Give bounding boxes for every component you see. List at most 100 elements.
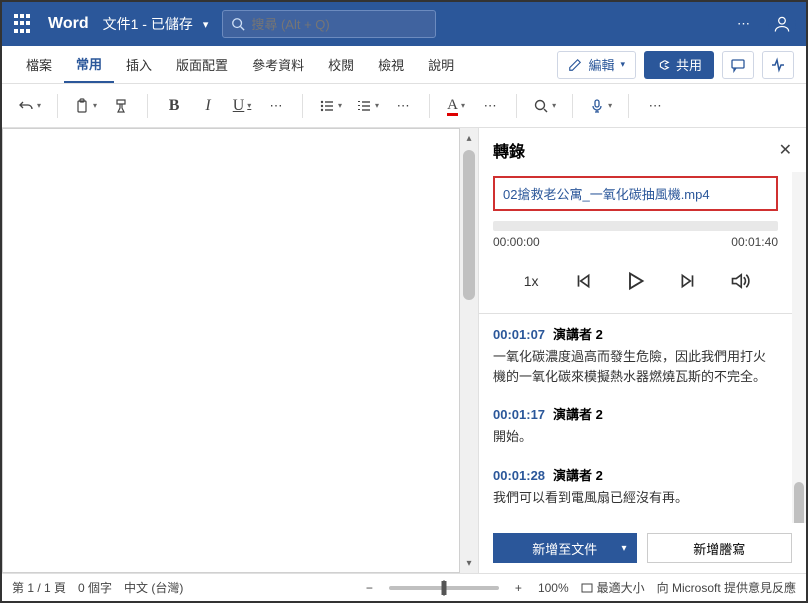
tab-review[interactable]: 校閱: [316, 46, 366, 83]
playback-speed-button[interactable]: 1x: [513, 265, 549, 297]
segment-text: 我們可以看到電風扇已經沒有再。: [493, 488, 778, 508]
share-button[interactable]: 共用: [644, 51, 714, 79]
zoom-slider-handle[interactable]: [441, 581, 446, 595]
tab-view[interactable]: 檢視: [366, 46, 416, 83]
share-label: 共用: [676, 55, 702, 74]
numbering-button[interactable]: ▾: [352, 92, 383, 120]
audio-progress-track[interactable]: [493, 221, 778, 231]
font-more-button[interactable]: ⋯: [262, 92, 290, 120]
search-icon: [231, 17, 245, 31]
add-to-document-button[interactable]: 新增至文件 ▾: [493, 533, 637, 563]
volume-button[interactable]: [722, 265, 758, 297]
share-icon: [656, 58, 670, 72]
segment-text: 開始。: [493, 427, 778, 447]
segment-time: 00:01:17: [493, 407, 545, 422]
dictate-button[interactable]: ▾: [585, 92, 616, 120]
tab-insert[interactable]: 插入: [114, 46, 164, 83]
format-painter-button[interactable]: [107, 92, 135, 120]
find-button[interactable]: ▾: [529, 92, 560, 120]
comments-button[interactable]: [722, 51, 754, 79]
word-count[interactable]: 0 個字: [78, 579, 112, 596]
activity-icon: [770, 57, 786, 73]
transcript-segment[interactable]: 00:01:28 演講者 2 我們可以看到電風扇已經沒有再。: [493, 465, 778, 508]
ribbon-toolbar: ▾ ▾ B I U▾ ⋯ ▾ ▾ ⋯ A ▾ ⋯: [2, 84, 806, 128]
scroll-track[interactable]: [460, 148, 478, 553]
search-box[interactable]: [222, 10, 436, 38]
ribbon-overflow-button[interactable]: ⋯: [641, 92, 669, 120]
user-avatar[interactable]: [768, 10, 796, 38]
zoom-out-button[interactable]: −: [362, 579, 377, 597]
skip-forward-button[interactable]: [670, 265, 706, 297]
paragraph-more-button[interactable]: ⋯: [389, 92, 417, 120]
bullets-button[interactable]: ▾: [315, 92, 346, 120]
segment-time: 00:01:28: [493, 468, 545, 483]
skip-back-button[interactable]: [565, 265, 601, 297]
scroll-down-button[interactable]: ▾: [460, 553, 478, 573]
scroll-thumb[interactable]: [463, 150, 475, 300]
app-launcher-icon[interactable]: [12, 12, 36, 36]
styles-more-button[interactable]: ⋯: [476, 92, 504, 120]
microphone-icon: [589, 98, 605, 114]
new-transcription-label: 新增謄寫: [693, 539, 745, 558]
new-transcription-button[interactable]: 新增謄寫: [647, 533, 793, 563]
ribbon-tabs: 檔案 常用 插入 版面配置 參考資料 校閱 檢視 說明 編輯 ▾ 共用: [2, 46, 806, 84]
search-input[interactable]: [251, 17, 427, 32]
transcribe-file-highlight: 02搶救老公寓_一氧化碳抽風機.mp4: [493, 176, 778, 211]
chevron-down-icon: ▾: [621, 543, 626, 554]
bullets-icon: [319, 98, 335, 114]
main-area: ▴ ▾ 轉錄 ✕ 02搶救老公寓_一氧化碳抽風機.mp4 00:00:00 00…: [2, 128, 806, 573]
volume-icon: [730, 271, 750, 291]
tab-file[interactable]: 檔案: [14, 46, 64, 83]
tab-layout[interactable]: 版面配置: [164, 46, 240, 83]
chevron-down-icon[interactable]: ▾: [203, 18, 209, 31]
skip-back-icon: [574, 272, 592, 290]
play-icon: [625, 271, 645, 291]
editing-mode-button[interactable]: 編輯 ▾: [557, 51, 636, 79]
segment-time: 00:01:07: [493, 327, 545, 342]
undo-button[interactable]: ▾: [14, 92, 45, 120]
transcript-segment[interactable]: 00:01:07演講者 2 一氧化碳濃度過高而發生危險，因此我們用打火機的一氧化…: [493, 324, 778, 386]
paste-button[interactable]: ▾: [70, 92, 101, 120]
fit-icon: [581, 582, 593, 594]
document-page[interactable]: [2, 128, 460, 573]
activity-button[interactable]: [762, 51, 794, 79]
more-icon[interactable]: ⋯: [737, 16, 752, 32]
page-count[interactable]: 第 1 / 1 頁: [12, 579, 66, 596]
transcribe-file-link[interactable]: 02搶救老公寓_一氧化碳抽風機.mp4: [503, 187, 710, 202]
scroll-up-button[interactable]: ▴: [460, 128, 478, 148]
tab-references[interactable]: 參考資料: [240, 46, 316, 83]
clipboard-icon: [74, 98, 90, 114]
pane-scroll-thumb[interactable]: [794, 482, 804, 523]
tab-home[interactable]: 常用: [64, 46, 114, 83]
audio-time-total: 00:01:40: [731, 235, 778, 249]
transcript-segment[interactable]: 00:01:17 演講者 2 開始。: [493, 404, 778, 447]
play-button[interactable]: [617, 265, 653, 297]
audio-time-current: 00:00:00: [493, 235, 540, 249]
close-icon[interactable]: ✕: [779, 140, 792, 160]
zoom-slider[interactable]: [389, 586, 499, 590]
segment-speaker: 演講者 2: [553, 468, 603, 483]
fit-page-label: 最適大小: [597, 579, 645, 596]
skip-forward-icon: [679, 272, 697, 290]
transcribe-pane: 轉錄 ✕ 02搶救老公寓_一氧化碳抽風機.mp4 00:00:00 00:01:…: [478, 128, 806, 573]
segment-speaker: 演講者 2: [553, 407, 603, 422]
fit-page-button[interactable]: 最適大小: [581, 579, 645, 596]
tab-help[interactable]: 說明: [416, 46, 466, 83]
paintbrush-icon: [113, 98, 129, 114]
bold-button[interactable]: B: [160, 92, 188, 120]
feedback-link[interactable]: 向 Microsoft 提供意見反應: [657, 579, 796, 596]
pane-title: 轉錄: [493, 138, 779, 162]
zoom-percent[interactable]: 100%: [538, 581, 569, 595]
pane-scrollbar[interactable]: [792, 172, 806, 523]
app-name: Word: [48, 15, 89, 33]
font-color-button[interactable]: A ▾: [442, 92, 470, 120]
italic-button[interactable]: I: [194, 92, 222, 120]
underline-button[interactable]: U▾: [228, 92, 256, 120]
add-to-document-label: 新增至文件: [532, 539, 597, 558]
document-scrollbar[interactable]: ▴ ▾: [460, 128, 478, 573]
segment-text: 一氧化碳濃度過高而發生危險，因此我們用打火機的一氧化碳來模擬熱水器燃燒瓦斯的不完…: [493, 347, 778, 386]
language-status[interactable]: 中文 (台灣): [124, 579, 183, 596]
zoom-in-button[interactable]: +: [511, 579, 526, 597]
document-title[interactable]: 文件1 - 已儲存: [103, 14, 193, 34]
undo-icon: [18, 98, 34, 114]
